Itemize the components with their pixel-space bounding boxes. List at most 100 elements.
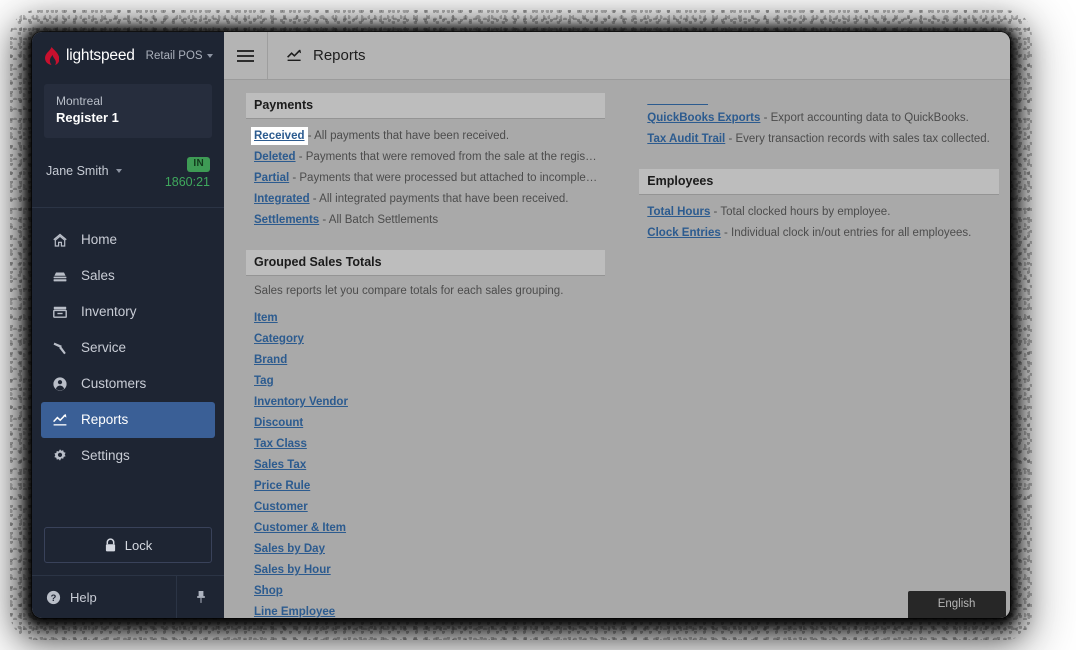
clocked-time: 1860:21	[164, 175, 210, 190]
user-menu[interactable]: Jane Smith	[46, 164, 122, 178]
lock-icon	[105, 537, 115, 551]
sidebar-item-reports[interactable]: Reports	[41, 401, 215, 438]
page-title-text: Reports	[313, 47, 366, 64]
report-link[interactable]: Line Employee	[254, 606, 335, 618]
report-link[interactable]: Tax Audit Trail	[647, 133, 725, 145]
sidebar-item-sales[interactable]: Sales	[41, 258, 215, 294]
report-link[interactable]: Deleted	[254, 151, 296, 163]
help-label: Help	[70, 589, 97, 605]
report-link[interactable]: Sales by Hour	[254, 564, 331, 576]
report-link-list: Received - All payments that have been r…	[246, 119, 605, 231]
sidebar-item-label: Inventory	[81, 304, 137, 320]
report-row: Integrated - All integrated payments tha…	[246, 189, 605, 210]
product-selector[interactable]: Retail POS	[146, 50, 213, 62]
gear-icon	[52, 448, 68, 464]
svg-text:?: ?	[51, 591, 57, 602]
report-row: Tax Class	[246, 434, 605, 455]
section-header: Grouped Sales Totals	[246, 250, 606, 276]
report-link[interactable]: Brand	[254, 354, 287, 366]
report-link-list: QuickBooks Exports - Export accounting d…	[639, 93, 998, 150]
brand-header: lightspeed Retail POS	[32, 32, 224, 80]
sidebar-item-service[interactable]: Service	[41, 330, 215, 366]
sidebar-item-settings[interactable]: Settings	[41, 438, 215, 474]
report-row: Clock Entries - Individual clock in/out …	[639, 223, 998, 244]
report-link[interactable]: Tax Class	[254, 438, 307, 450]
report-row: Discount	[246, 413, 605, 434]
report-link[interactable]: Customer	[254, 501, 308, 513]
report-description: - All Batch Settlements	[319, 214, 439, 226]
report-link[interactable]: Item	[254, 312, 278, 324]
sidebar-item-customers[interactable]: Customers	[41, 366, 215, 402]
report-description: - Total clocked hours by employee.	[710, 206, 891, 218]
brand-name: lightspeed	[66, 47, 135, 64]
inventory-icon	[52, 304, 68, 320]
report-row: Sales Tax	[246, 455, 605, 476]
hamburger-menu-icon[interactable]	[224, 32, 268, 79]
register-card[interactable]: Montreal Register 1	[44, 84, 212, 138]
report-link[interactable]: Integrated	[254, 193, 310, 205]
report-link[interactable]: Discount	[254, 417, 303, 429]
report-row: Received - All payments that have been r…	[246, 126, 605, 147]
sidebar-item-label: Reports	[81, 412, 129, 428]
help-circle-icon: ?	[46, 590, 61, 604]
user-row: Jane Smith IN 1860:21	[32, 138, 224, 208]
report-link[interactable]: Total Hours	[647, 206, 710, 218]
language-badge[interactable]: English	[907, 591, 1006, 618]
chevron-down-icon	[115, 169, 122, 174]
report-link[interactable]: Customer & Item	[254, 522, 346, 534]
chart-icon	[287, 49, 302, 61]
report-description: - Payments that were removed from the sa…	[295, 151, 602, 163]
lock-section: Lock	[32, 527, 224, 575]
sidebar-footer: ? Help	[32, 575, 224, 618]
report-link[interactable]: Price Rule	[254, 480, 310, 492]
report-link[interactable]: QuickBooks Exports	[647, 112, 760, 124]
report-row: Settlements - All Batch Settlements	[246, 210, 605, 231]
top-bar: Reports	[224, 32, 1010, 80]
sidebar-item-label: Customers	[81, 376, 147, 392]
report-link[interactable]: Inventory Vendor	[254, 396, 348, 408]
report-row: Customer	[246, 497, 605, 518]
report-description: - Every transaction records with sales t…	[725, 133, 990, 145]
report-row: Shop	[246, 581, 605, 602]
register-name: Register 1	[56, 110, 119, 126]
report-row: Tag	[246, 371, 605, 392]
report-row: Tax Audit Trail - Every transaction reco…	[639, 129, 998, 150]
report-link[interactable]: Shop	[254, 585, 283, 597]
sales-icon	[52, 268, 68, 284]
report-row: Customer & Item	[246, 518, 605, 539]
report-link[interactable]: Sales Tax	[254, 459, 306, 471]
report-link-list: Total Hours - Total clocked hours by emp…	[639, 195, 998, 244]
sidebar-item-inventory[interactable]: Inventory	[41, 294, 215, 330]
application-window: lightspeed Retail POS Montreal Register …	[32, 32, 1010, 618]
report-row: Sales by Hour	[246, 560, 605, 581]
report-link[interactable]: Partial	[254, 172, 289, 184]
pin-button[interactable]	[177, 576, 224, 618]
register-location: Montreal	[56, 94, 103, 108]
report-link[interactable]: Sales by Day	[254, 543, 325, 555]
report-row: Brand	[246, 350, 605, 371]
help-button[interactable]: ? Help	[32, 576, 177, 618]
report-link[interactable]: Settlements	[254, 214, 319, 226]
report-link[interactable]: Clock Entries	[647, 227, 721, 239]
reports-content: Payments Received - All payments that hav…	[224, 80, 1010, 618]
section-description: Sales reports let you compare totals for…	[254, 285, 564, 297]
report-link[interactable]: Received	[251, 127, 308, 145]
report-link[interactable]: Tag	[254, 375, 274, 387]
report-link-list: Item Category Brand Tag Inventory Vendor Disc…	[246, 301, 605, 618]
reports-column-left: Payments Received - All payments that hav…	[246, 93, 606, 618]
sidebar-item-home[interactable]: Home	[41, 222, 215, 258]
sidebar-nav: Home Sales Inventory Service Customers R…	[32, 208, 224, 527]
home-icon	[52, 232, 68, 248]
user-name: Jane Smith	[46, 164, 109, 179]
sidebar-item-label: Home	[81, 232, 118, 248]
report-description: - Individual clock in/out entries for al…	[720, 227, 972, 239]
report-row: Price Rule	[246, 476, 605, 497]
section-header: Employees	[639, 169, 999, 195]
sidebar-item-label: Service	[81, 340, 127, 356]
status-badge: IN	[187, 156, 210, 173]
clock-status: IN 1860:21	[165, 152, 210, 191]
sidebar-item-label: Settings	[81, 448, 130, 464]
report-link[interactable]: Category	[254, 333, 304, 345]
product-name: Retail POS	[145, 50, 203, 62]
lock-button[interactable]: Lock	[44, 527, 212, 563]
